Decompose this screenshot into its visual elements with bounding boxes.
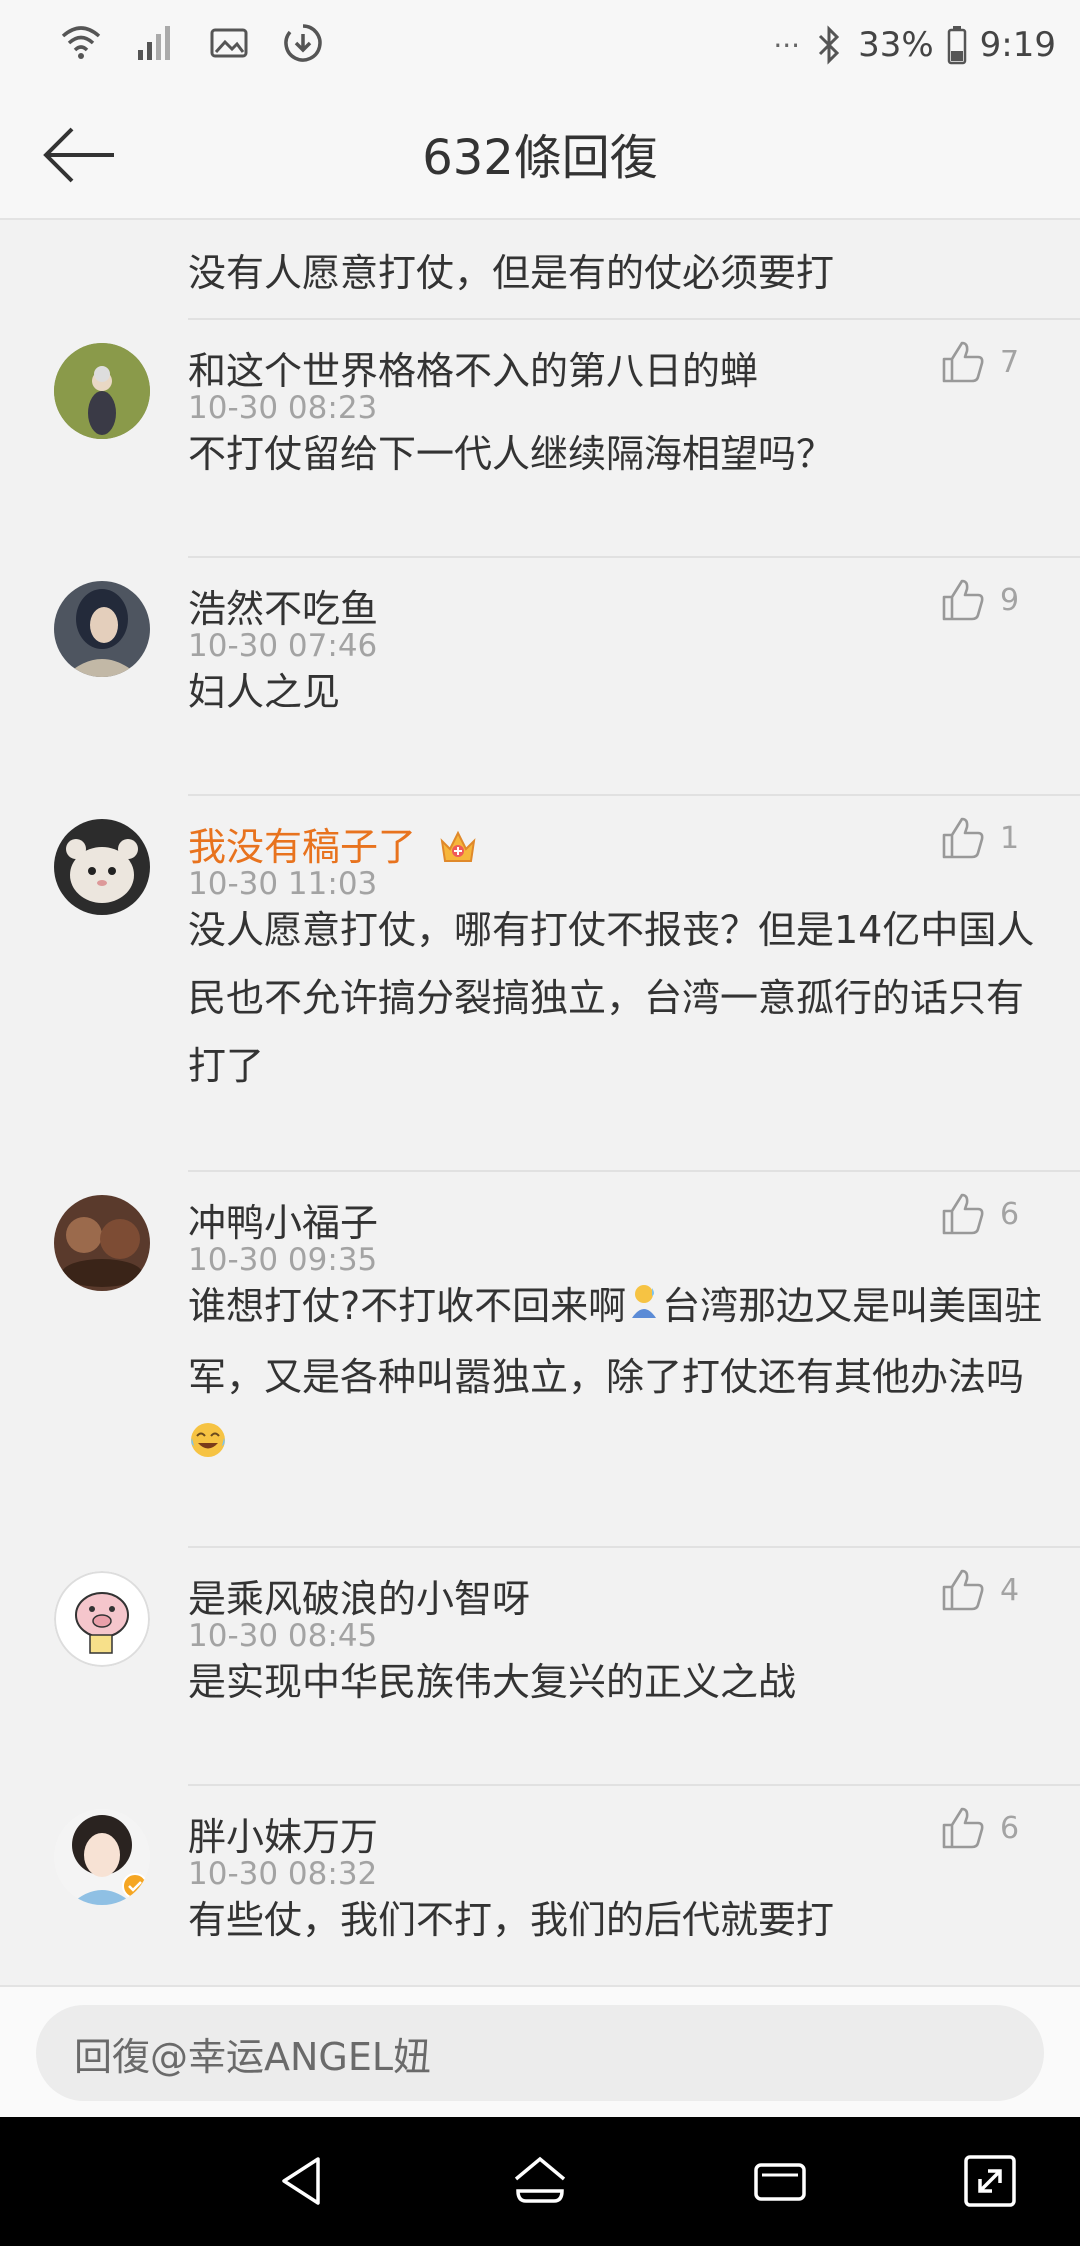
thumbs-up-icon: [942, 817, 984, 859]
like-button[interactable]: 1: [940, 808, 1050, 868]
thumbs-up-icon: [942, 1569, 984, 1611]
page-title: 632條回復: [422, 130, 658, 186]
thumbs-up-icon: [942, 341, 984, 383]
download-icon: [280, 20, 326, 66]
status-bar: ··· 33% 9:19: [0, 0, 1080, 90]
crown-badge-icon[interactable]: [436, 823, 480, 876]
root-comment-text: 没有人愿意打仗，但是有的仗必须要打: [188, 251, 835, 295]
avatar[interactable]: [54, 343, 150, 439]
nav-recents-icon[interactable]: [750, 2151, 810, 2211]
like-button[interactable]: 6: [940, 1184, 1050, 1244]
status-right: ··· 33% 9:19: [773, 22, 1056, 68]
laughing-emoji-icon: [188, 1413, 228, 1481]
nav-back-icon[interactable]: [272, 2151, 332, 2211]
like-count: 6: [1000, 1810, 1020, 1846]
avatar[interactable]: [54, 581, 150, 677]
comment-author-label: 我没有稿子了: [188, 825, 417, 869]
divider: [188, 1170, 1080, 1172]
divider: [188, 318, 1080, 320]
divider: [188, 1546, 1080, 1548]
like-button[interactable]: 6: [940, 1798, 1050, 1858]
comment-text: 是实现中华民族伟大复兴的正义之战: [188, 1660, 797, 1704]
more-indicator: ···: [773, 28, 801, 62]
clock: 9:19: [979, 25, 1056, 65]
comment-text: 不打仗留给下一代人继续隔海相望吗？: [188, 432, 835, 476]
like-button[interactable]: 7: [940, 332, 1050, 392]
comment-author[interactable]: 浩然不吃鱼: [188, 578, 378, 633]
wifi-icon: [58, 20, 104, 66]
battery-percent: 33%: [858, 25, 934, 65]
header: 632條回復: [0, 90, 1080, 220]
comment-author[interactable]: 冲鸭小福子: [188, 1192, 378, 1247]
verified-badge-icon: [122, 1873, 148, 1903]
avatar[interactable]: [54, 819, 150, 915]
reply-input[interactable]: 回復@幸运ANGEL妞: [36, 2005, 1044, 2101]
comment-text: 没人愿意打仗，哪有打仗不报丧？但是14亿中国人民也不允许搞分裂搞独立，台湾一意孤…: [188, 908, 1035, 1088]
comment-author[interactable]: 胖小妹万万: [188, 1806, 378, 1861]
reply-bar: 回復@幸运ANGEL妞: [0, 1985, 1080, 2119]
avatar[interactable]: [54, 1195, 150, 1291]
thumbs-up-icon: [942, 579, 984, 621]
comment-text: 有些仗，我们不打，我们的后代就要打: [188, 1898, 835, 1942]
comment-text-part: 谁想打仗?不打收不回来啊: [188, 1284, 627, 1328]
like-count: 1: [1000, 820, 1020, 856]
thumbs-up-icon: [942, 1807, 984, 1849]
like-count: 6: [1000, 1196, 1020, 1232]
comment-text: 妇人之见: [188, 670, 341, 714]
comment-author[interactable]: 是乘风破浪的小智呀: [188, 1568, 530, 1623]
system-nav-bar: [0, 2117, 1080, 2246]
thumbs-up-icon: [942, 1193, 984, 1235]
status-left: [58, 20, 326, 66]
like-count: 4: [1000, 1572, 1020, 1608]
like-count: 9: [1000, 582, 1020, 618]
divider: [188, 794, 1080, 796]
image-icon: [206, 20, 252, 66]
comment-thread[interactable]: 没有人愿意打仗，但是有的仗必须要打 和这个世界格格不入的第八日的蝉 10-30 …: [0, 220, 1080, 1985]
comment-author[interactable]: 和这个世界格格不入的第八日的蝉: [188, 340, 758, 395]
divider: [188, 1784, 1080, 1786]
battery-icon: [946, 22, 968, 68]
like-button[interactable]: 9: [940, 570, 1050, 630]
like-button[interactable]: 4: [940, 1560, 1050, 1620]
signal-icon: [132, 20, 178, 66]
divider: [188, 556, 1080, 558]
avatar[interactable]: [54, 1809, 150, 1905]
like-count: 7: [1000, 344, 1020, 380]
nav-home-icon[interactable]: [510, 2151, 570, 2211]
avatar[interactable]: [54, 1571, 150, 1667]
comment-text: 谁想打仗?不打收不回来啊 台湾那边又是叫美国驻军，又是各种叫嚣独立，除了打仗还有其…: [188, 1272, 1048, 1481]
bluetooth-icon: [812, 22, 846, 68]
nav-expand-icon[interactable]: [960, 2151, 1020, 2211]
sweat-emoji-icon: [626, 1275, 662, 1343]
